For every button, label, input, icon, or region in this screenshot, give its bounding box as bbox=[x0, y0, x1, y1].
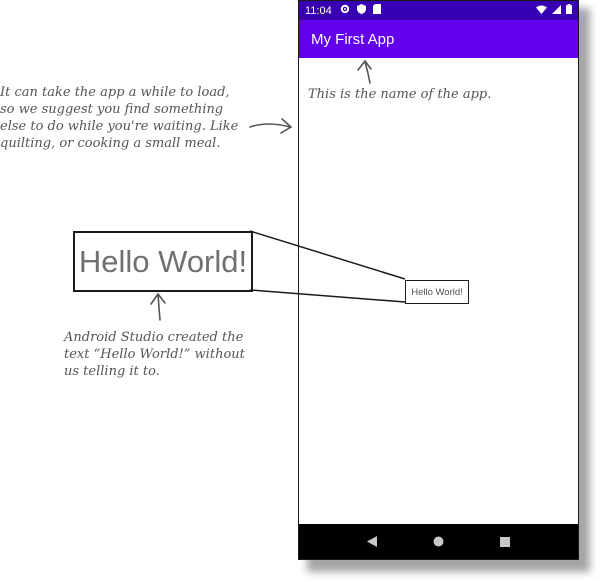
wifi-icon bbox=[536, 5, 547, 17]
hello-world-annotation-line: text “Hello World!” without bbox=[64, 347, 245, 362]
hello-world-textview: Hello World! bbox=[405, 280, 469, 304]
hello-arrow-icon bbox=[150, 292, 166, 321]
recents-icon[interactable] bbox=[495, 532, 515, 552]
app-name-annotation: This is the name of the app. bbox=[308, 87, 492, 102]
app-title: My First App bbox=[311, 30, 395, 48]
hello-world-annotation-line: us telling it to. bbox=[64, 364, 160, 379]
loading-annotation: It can take the app a while to load, so … bbox=[0, 84, 262, 152]
hello-world-annotation-line: Android Studio created the bbox=[64, 330, 244, 345]
navigation-bar bbox=[299, 524, 578, 559]
status-right-icons bbox=[536, 4, 572, 17]
screenshot-canvas: It can take the app a while to load, so … bbox=[0, 0, 600, 581]
loading-annotation-line: It can take the app a while to load, bbox=[0, 85, 230, 100]
app-bar: My First App bbox=[299, 20, 578, 58]
shield-icon bbox=[356, 4, 366, 17]
home-icon[interactable] bbox=[428, 532, 448, 552]
status-time: 11:04 bbox=[305, 4, 332, 17]
phone-emulator: 11:04 My First App Hello World! bbox=[298, 0, 579, 560]
back-icon[interactable] bbox=[362, 532, 382, 552]
signal-icon bbox=[552, 4, 561, 17]
battery-icon bbox=[566, 4, 572, 17]
loading-annotation-line: else to do while you're waiting. Like bbox=[0, 119, 239, 134]
gear-icon bbox=[340, 4, 350, 17]
loading-annotation-line: quilting, or cooking a small meal. bbox=[0, 136, 221, 151]
loading-annotation-line: so we suggest you find something bbox=[0, 102, 224, 117]
status-bar: 11:04 bbox=[299, 1, 578, 20]
sd-card-icon bbox=[372, 4, 381, 17]
hello-world-annotation: Android Studio created the text “Hello W… bbox=[64, 329, 264, 380]
hello-world-zoom-box: Hello World! bbox=[73, 231, 253, 292]
hello-world-text: Hello World! bbox=[411, 286, 463, 298]
hello-world-zoom-text: Hello World! bbox=[78, 243, 248, 279]
